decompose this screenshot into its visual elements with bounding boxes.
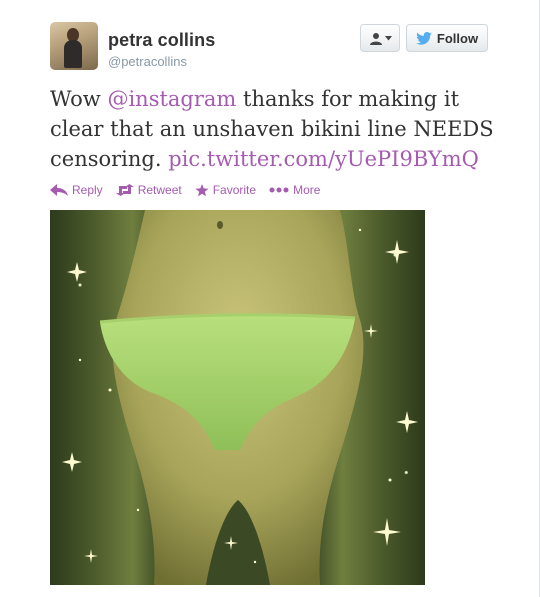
favorite-action[interactable]: Favorite: [195, 183, 256, 197]
photo-illustration: [62, 210, 418, 585]
user-name[interactable]: petra collins: [108, 30, 215, 51]
reply-icon: [50, 184, 68, 196]
avatar-figure-body: [64, 40, 82, 68]
caret-down-icon: [384, 35, 392, 40]
more-label: More: [293, 183, 321, 197]
more-action[interactable]: More: [269, 183, 320, 197]
user-actions-dropdown[interactable]: [360, 24, 400, 52]
tweet-card: petra collins @petracollins Follow Wow @…: [0, 0, 540, 597]
tweet-text-start: Wow: [50, 87, 108, 111]
retweet-icon: [115, 184, 134, 196]
pic-link[interactable]: pic.twitter.com/yUePI9BYmQ: [168, 147, 479, 171]
star-icon: [195, 183, 209, 196]
follow-label: Follow: [436, 30, 479, 46]
avatar[interactable]: [50, 22, 98, 70]
user-handle[interactable]: @petracollins: [108, 54, 187, 69]
favorite-label: Favorite: [212, 183, 257, 197]
retweet-action[interactable]: Retweet: [115, 183, 182, 197]
follow-button[interactable]: Follow: [406, 24, 488, 52]
reply-label: Reply: [72, 183, 103, 197]
person-icon: [369, 32, 382, 45]
more-dots-icon: [269, 187, 289, 193]
reply-action[interactable]: Reply: [50, 183, 103, 197]
tweet-text: Wow @instagram thanks for making it clea…: [50, 84, 510, 174]
tweet-photo[interactable]: [50, 210, 425, 585]
mention-link[interactable]: @instagram: [107, 87, 236, 111]
tweet-actions: Reply Retweet Favorite More: [50, 181, 333, 199]
twitter-bird-icon: [416, 31, 432, 45]
retweet-label: Retweet: [137, 183, 182, 197]
